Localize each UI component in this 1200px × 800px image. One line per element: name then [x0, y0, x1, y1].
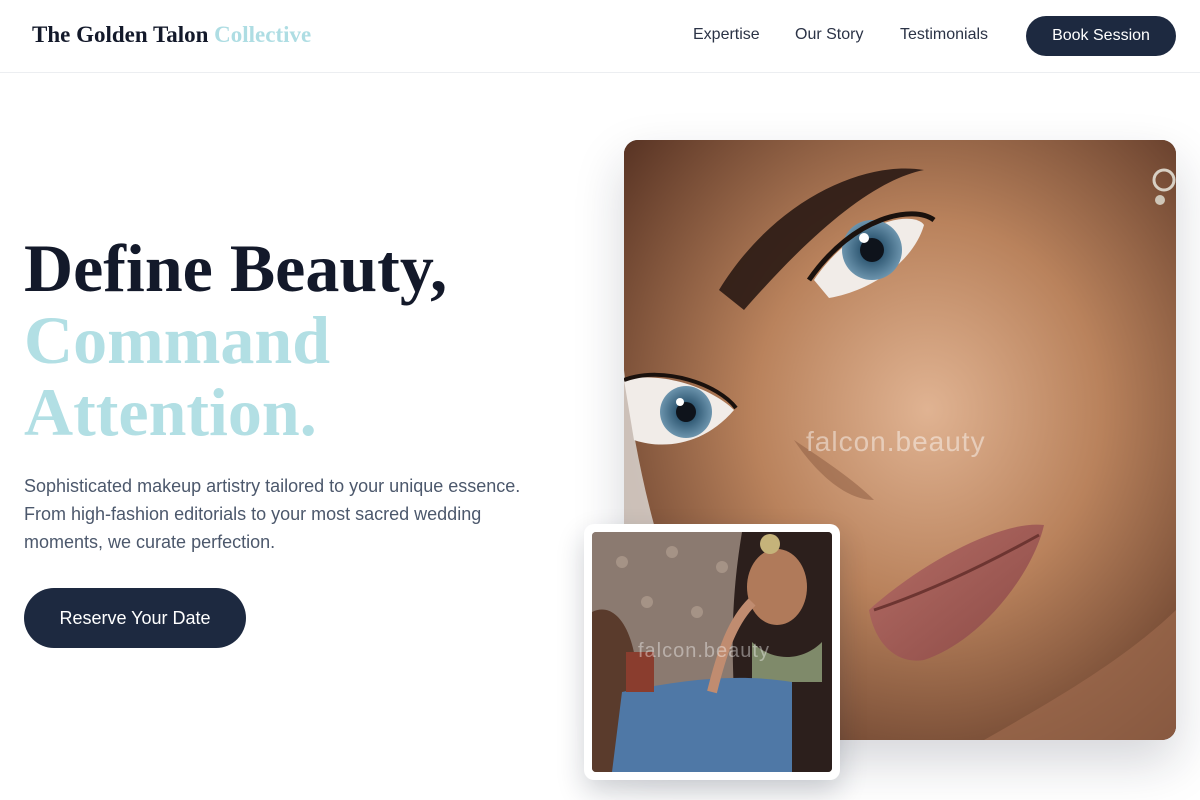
nav-link-expertise[interactable]: Expertise [693, 26, 760, 44]
brand-accent: Collective [214, 22, 312, 47]
secondary-image-card: falcon.beauty [584, 524, 840, 780]
hero-title-line-1: Define Beauty, [24, 230, 448, 306]
image-watermark: falcon.beauty [806, 426, 986, 457]
image-watermark-small: falcon.beauty [638, 640, 770, 662]
brand-name: The Golden Talon [32, 22, 209, 47]
site-header: The Golden Talon Collective Expertise Ou… [0, 0, 1200, 73]
hero-title-line-3: Attention. [24, 374, 317, 450]
bridal-makeup-image: falcon.beauty [592, 532, 832, 772]
hero-title-line-2: Command [24, 302, 331, 378]
book-session-button[interactable]: Book Session [1026, 16, 1176, 56]
hero-title: Define Beauty, Command Attention. [24, 232, 564, 448]
nav-link-testimonials[interactable]: Testimonials [900, 26, 988, 44]
hero-subtitle: Sophisticated makeup artistry tailored t… [24, 476, 521, 552]
nav-link-our-story[interactable]: Our Story [795, 26, 863, 44]
brand-logo[interactable]: The Golden Talon Collective [32, 22, 311, 48]
reserve-date-button[interactable]: Reserve Your Date [24, 588, 246, 648]
